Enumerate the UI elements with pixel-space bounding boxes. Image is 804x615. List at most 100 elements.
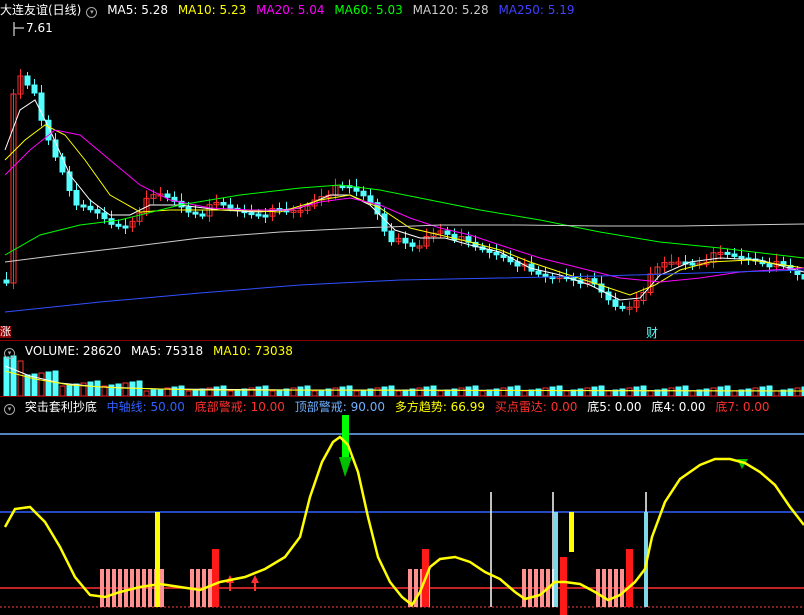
candle-body <box>731 253 738 257</box>
volume-bar <box>549 386 556 396</box>
radar-bar <box>100 569 104 607</box>
volume-ma5-label: MA5: 75318 <box>130 344 204 358</box>
radar-bar <box>106 569 110 607</box>
volume-bar <box>752 387 759 396</box>
candlestick-chart[interactable] <box>0 0 804 340</box>
candle-body <box>115 223 122 227</box>
volume-bar <box>507 386 514 396</box>
candle-body <box>689 262 696 266</box>
volume-bar <box>465 386 472 396</box>
candle-body <box>101 212 108 220</box>
bottom-warning-label: 底部警戒: 10.00 <box>194 400 285 414</box>
candle-body <box>87 205 94 211</box>
candle-body <box>493 251 500 256</box>
volume-bar <box>3 356 10 396</box>
volume-bar <box>122 382 129 396</box>
candle-body <box>24 75 31 86</box>
volume-bar <box>381 386 388 396</box>
volume-bar <box>297 386 304 396</box>
toggle-icon[interactable]: ▾ <box>4 404 15 415</box>
trend-signal-bar <box>569 512 574 552</box>
volume-bar <box>157 388 164 396</box>
radar-bar <box>148 569 152 607</box>
ma20-label: MA20: 5.04 <box>256 3 325 17</box>
volume-bar <box>794 387 801 396</box>
candle-body <box>227 204 234 209</box>
trend-signal-bar <box>155 512 160 607</box>
volume-bar <box>584 387 591 396</box>
volume-bar <box>717 386 724 396</box>
bottom5-label: 底5: 0.00 <box>587 400 642 414</box>
indicator-title: 突击套利抄底 <box>24 400 97 414</box>
toggle-icon[interactable]: ▾ <box>86 7 98 18</box>
radar-bar <box>620 569 624 607</box>
candle-body <box>388 230 395 243</box>
candle-body <box>381 213 388 232</box>
candle-body <box>192 211 199 215</box>
volume-bar <box>374 387 381 396</box>
radar-bar <box>196 569 200 607</box>
volume-bar <box>171 386 178 396</box>
candle-body <box>409 242 416 247</box>
candle-body <box>122 225 129 229</box>
indicator-chart-pane[interactable]: ▾ 突击套利抄底 中轴线: 50.00 底部警戒: 10.00 顶部警戒: 90… <box>0 397 804 615</box>
volume-bar <box>304 385 311 396</box>
volume-bar <box>108 384 115 396</box>
volume-bar <box>675 386 682 396</box>
radar-bar <box>602 569 606 607</box>
volume-bar <box>129 381 136 396</box>
volume-bar <box>346 385 353 396</box>
ma250-line <box>4 269 804 313</box>
candle-body <box>262 214 269 218</box>
volume-bar <box>255 386 262 396</box>
volume-bar <box>710 387 717 396</box>
candle-body <box>94 209 101 214</box>
ma10-label: MA10: 5.23 <box>177 3 247 17</box>
candle-body <box>402 237 409 244</box>
volume-bar <box>430 385 437 396</box>
volume-bar <box>745 388 752 396</box>
candle-body <box>367 195 374 204</box>
buy-signal-bar <box>626 549 633 607</box>
volume-label: VOLUME: 28620 <box>24 344 122 358</box>
sell-signal-bar <box>342 415 349 457</box>
volume-bar <box>10 355 17 396</box>
volume-header: ▾ VOLUME: 28620 MA5: 75318 MA10: 73038 <box>0 341 299 361</box>
volume-bar <box>38 372 45 396</box>
radar-bar <box>614 569 618 607</box>
volume-bar <box>66 384 73 396</box>
volume-bar <box>290 387 297 396</box>
candle-body <box>738 255 745 259</box>
stock-title: 大连友谊(日线) <box>0 3 82 17</box>
volume-chart-pane[interactable]: ▾ VOLUME: 28620 MA5: 75318 MA10: 73038 <box>0 341 804 396</box>
volume-bar <box>661 388 668 396</box>
candle-body <box>220 201 227 206</box>
radar-bar <box>112 569 116 607</box>
volume-bar <box>388 385 395 396</box>
toggle-icon[interactable]: ▾ <box>4 348 15 359</box>
volume-bar <box>626 387 633 396</box>
volume-bar <box>87 381 94 396</box>
bottom-marker-bar <box>554 512 558 607</box>
volume-bar <box>45 371 52 396</box>
volume-bar <box>759 386 766 396</box>
volume-ma10-label: MA10: 73038 <box>213 344 293 358</box>
volume-bar <box>423 386 430 396</box>
candle-body <box>612 299 619 307</box>
price-chart-pane[interactable]: 大连友谊(日线) ▾ MA5: 5.28 MA10: 5.23 MA20: 5.0… <box>0 0 804 340</box>
ma20-line <box>4 129 804 283</box>
indicator-plot[interactable] <box>0 397 804 615</box>
mid-line-label: 中轴线: 50.00 <box>106 400 185 414</box>
candle-body <box>80 204 87 208</box>
volume-bar <box>619 388 626 396</box>
bottom7-label: 底7: 0.00 <box>715 400 770 414</box>
volume-bar <box>591 386 598 396</box>
candle-body <box>542 273 549 278</box>
radar-bar <box>208 569 212 607</box>
volume-bar <box>500 387 507 396</box>
volume-bar <box>542 387 549 396</box>
candle-body <box>619 305 626 309</box>
radar-bar <box>608 569 612 607</box>
sell-arrow-icon <box>339 457 352 477</box>
candle-body <box>3 279 10 284</box>
